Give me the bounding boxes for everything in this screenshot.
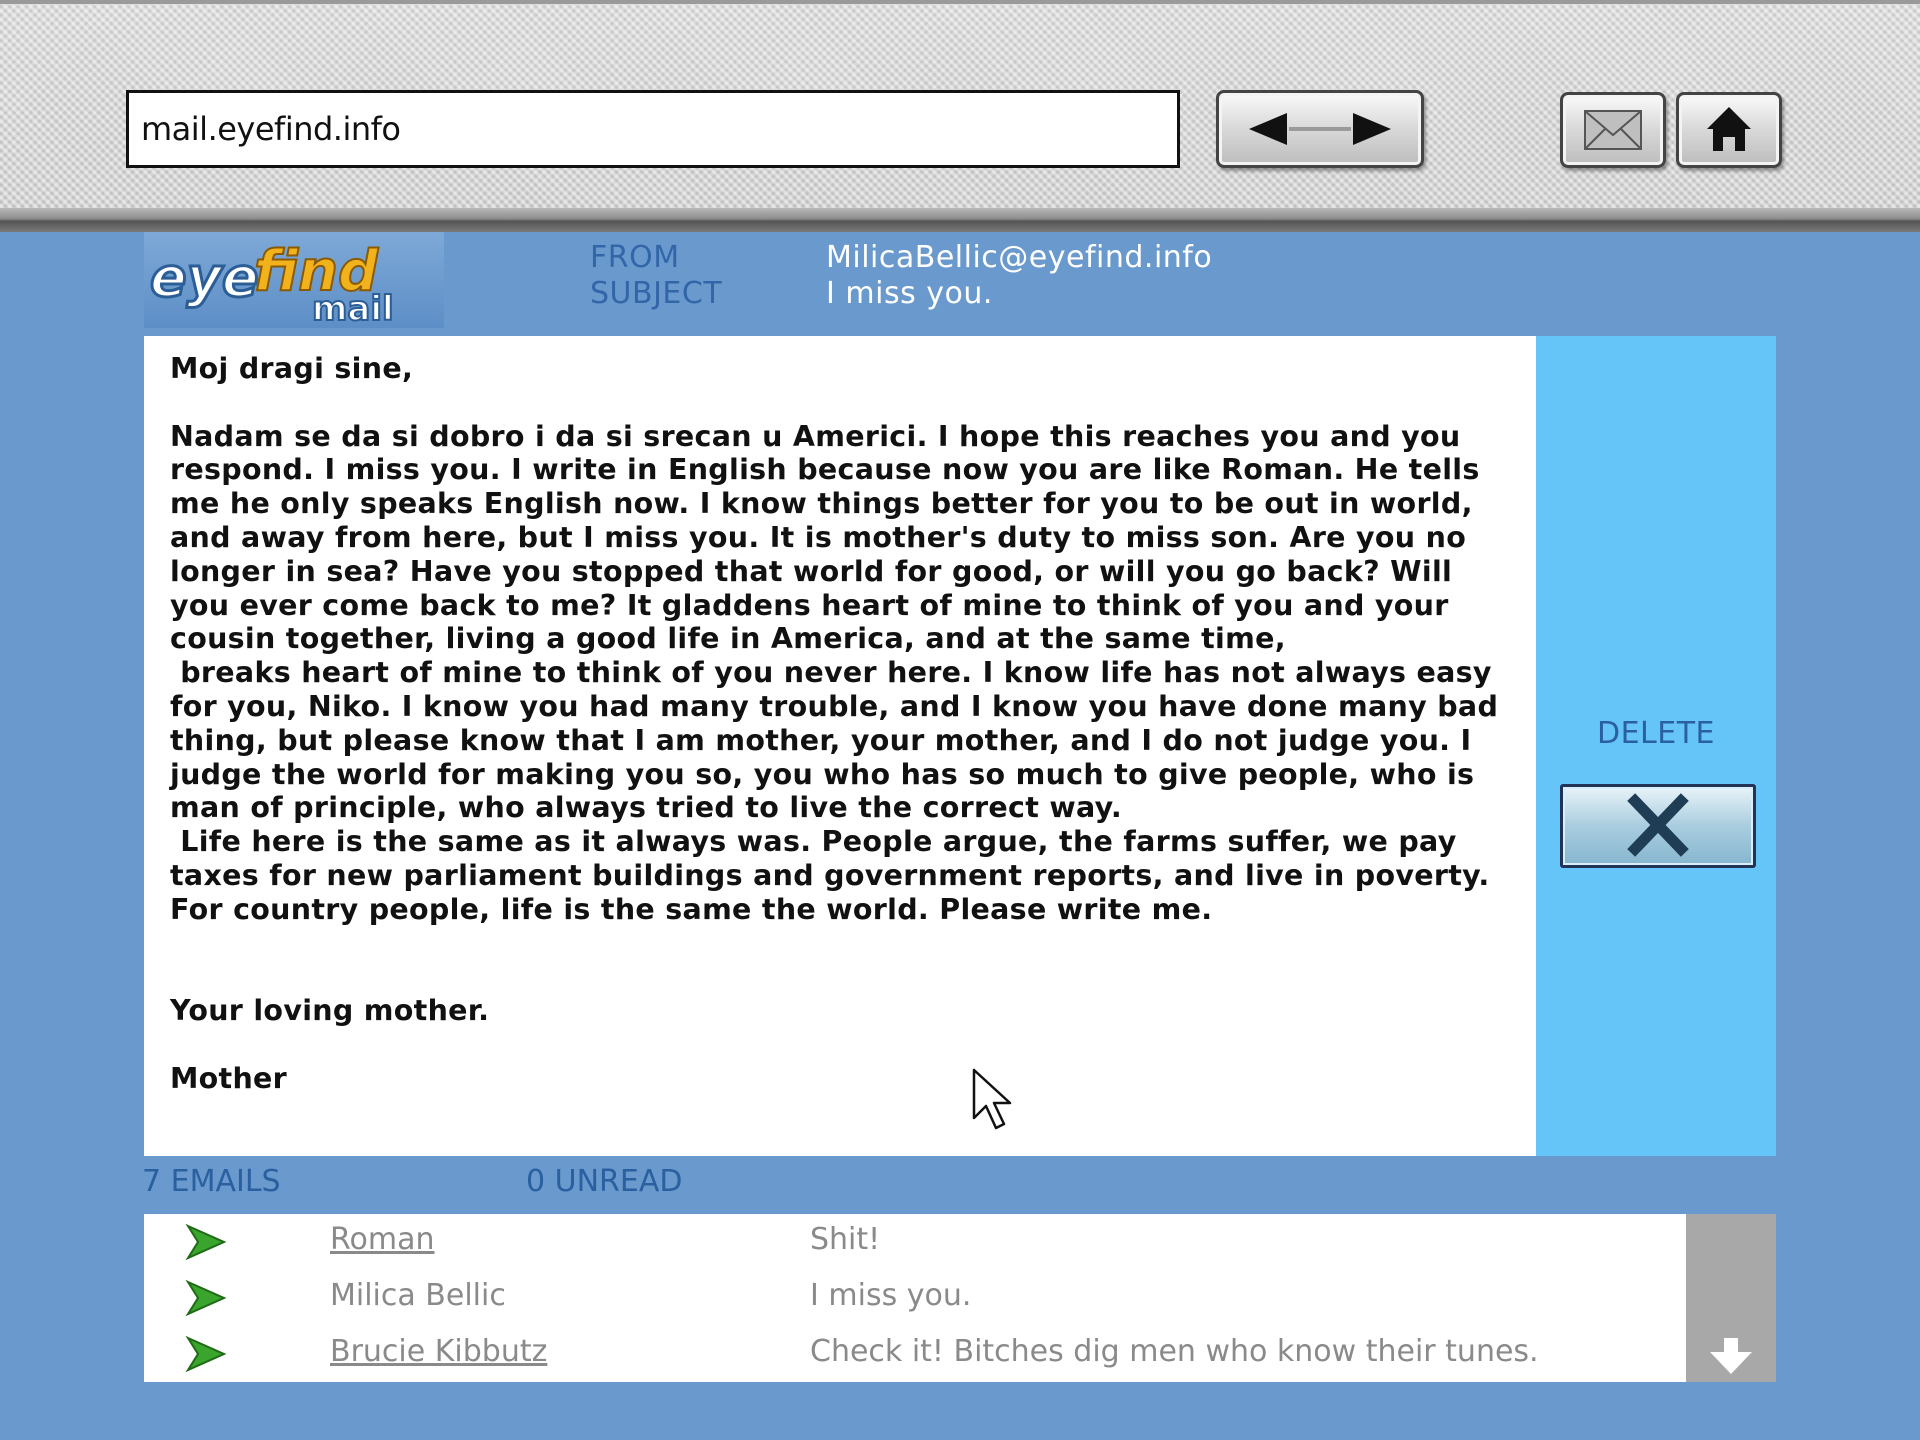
- mail-button[interactable]: [1560, 92, 1666, 168]
- message-paragraph: [170, 960, 1510, 994]
- message-paragraph: [170, 386, 1510, 420]
- inbox-row[interactable]: Roman Shit!: [144, 1214, 1686, 1270]
- play-arrow-icon: [185, 1223, 227, 1261]
- back-arrow-icon[interactable]: [1249, 113, 1287, 145]
- action-panel: DELETE: [1536, 336, 1776, 1156]
- inbox-sender[interactable]: Roman: [330, 1222, 434, 1257]
- inbox-sender[interactable]: Brucie Kibbutz: [330, 1334, 547, 1369]
- play-arrow-icon: [185, 1335, 227, 1373]
- down-arrow-icon[interactable]: [1686, 1214, 1776, 1382]
- mouse-pointer-icon: [972, 1068, 1012, 1130]
- address-bar[interactable]: mail.eyefind.info: [126, 90, 1180, 168]
- close-x-icon: [1627, 793, 1689, 857]
- inbox-subject: Shit!: [810, 1222, 881, 1257]
- play-arrow-icon: [185, 1279, 227, 1317]
- inbox-scrollbar[interactable]: [1686, 1214, 1776, 1382]
- header-values: MilicaBellic@eyefind.info I miss you.: [826, 240, 1212, 312]
- eyefind-mail-logo: eye find mail: [144, 232, 444, 330]
- inbox-list: Roman Shit! Milica Bellic I miss you. Br…: [144, 1214, 1686, 1382]
- from-value: MilicaBellic@eyefind.info: [826, 240, 1213, 275]
- inbox-sender: Milica Bellic: [330, 1278, 506, 1313]
- message-paragraph: [170, 927, 1510, 961]
- inbox-subject: Check it! Bitches dig men who know their…: [810, 1334, 1539, 1369]
- inbox-row[interactable]: Milica Bellic I miss you.: [144, 1270, 1686, 1326]
- unread-count: 0 UNREAD: [526, 1164, 683, 1199]
- message-paragraph: Nadam se da si dobro i da si srecan u Am…: [170, 419, 1490, 656]
- message-paragraph: Your loving mother.: [170, 994, 490, 1028]
- message-paragraph: Life here is the same as it always was. …: [170, 825, 1500, 926]
- navigation-buttons: [1216, 90, 1424, 168]
- toolbar-divider: [0, 208, 1920, 232]
- mail-icon: [1584, 110, 1642, 150]
- email-count: 7 EMAILS: [142, 1164, 281, 1199]
- message-paragraph: Moj dragi sine,: [170, 352, 414, 385]
- svg-text:mail: mail: [312, 289, 394, 328]
- inbox-row[interactable]: Brucie Kibbutz Check it! Bitches dig men…: [144, 1326, 1686, 1382]
- home-icon: [1707, 107, 1751, 151]
- nav-divider: [1289, 127, 1351, 131]
- message-paragraph: [170, 1028, 1510, 1062]
- home-button[interactable]: [1676, 92, 1782, 168]
- inbox-subject: I miss you.: [810, 1278, 972, 1313]
- message-body: Moj dragi sine, Nadam se da si dobro i d…: [144, 336, 1536, 1156]
- message-paragraph: Mother: [170, 1061, 288, 1095]
- svg-text:eye: eye: [150, 246, 258, 309]
- delete-label: DELETE: [1596, 716, 1715, 751]
- message-paragraph: breaks heart of mine to think of you nev…: [170, 656, 1509, 825]
- header-labels: FROM SUBJECT: [590, 240, 722, 312]
- forward-arrow-icon[interactable]: [1353, 113, 1391, 145]
- from-label: FROM: [590, 240, 680, 275]
- subject-value: I miss you.: [826, 276, 993, 311]
- subject-label: SUBJECT: [590, 276, 723, 311]
- delete-button[interactable]: [1560, 784, 1756, 868]
